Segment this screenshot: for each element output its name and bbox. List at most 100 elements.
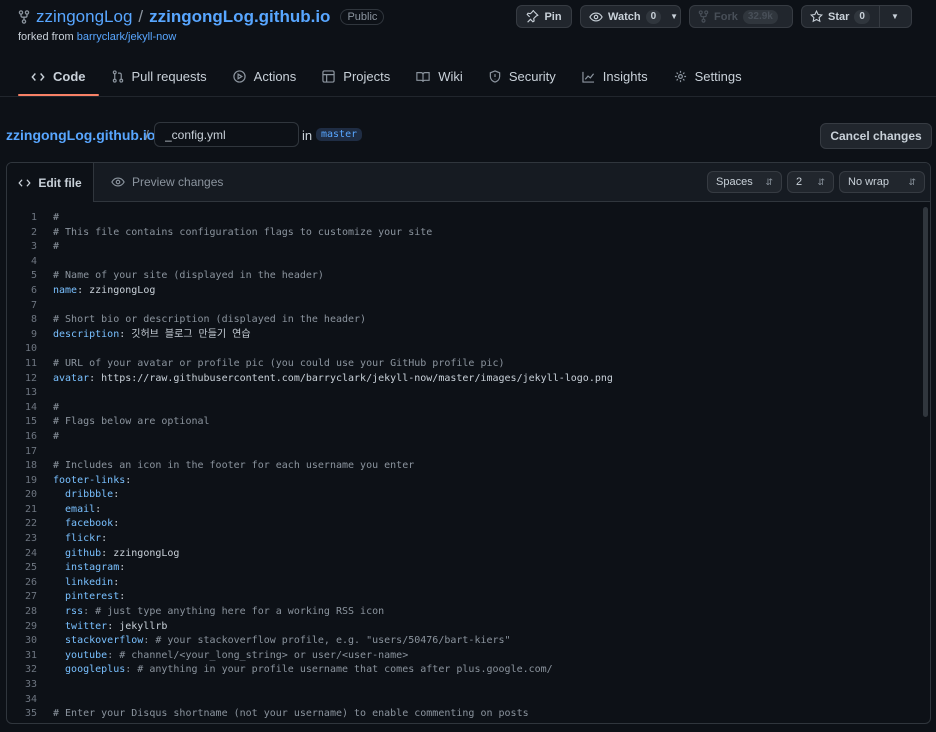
- tab-projects[interactable]: Projects: [309, 60, 403, 93]
- line-number: 22: [24, 518, 37, 530]
- code-line[interactable]: 26 linkedin:: [7, 576, 917, 591]
- code-line[interactable]: 30 stackoverflow: # your stackoverflow p…: [7, 634, 917, 649]
- code-line[interactable]: 28 rss: # just type anything here for a …: [7, 605, 917, 620]
- code-line[interactable]: 15 # Flags below are optional: [7, 415, 917, 430]
- tab-wiki[interactable]: Wiki: [403, 60, 476, 93]
- tab-pull-requests[interactable]: Pull requests: [99, 60, 220, 93]
- repo-title: zzingongLog / zzingongLog.github.io Publ…: [18, 6, 385, 28]
- watch-button[interactable]: Watch 0 ▼: [580, 5, 681, 28]
- tab-code[interactable]: Code: [18, 60, 99, 96]
- fork-button[interactable]: Fork 32.9k: [689, 5, 793, 28]
- code-line[interactable]: 21 email:: [7, 503, 917, 518]
- yaml-value: : zzingongLog: [77, 284, 156, 296]
- line-number: 3: [30, 241, 37, 253]
- code-line[interactable]: 10: [7, 342, 917, 357]
- line-content: twitter: jekyllrb: [53, 620, 167, 635]
- line-number: 26: [24, 576, 37, 588]
- star-divider: [878, 6, 880, 27]
- line-number: 25: [24, 562, 37, 574]
- code-line[interactable]: 8 # Short bio or description (displayed i…: [7, 313, 917, 328]
- code-line[interactable]: 13: [7, 386, 917, 401]
- code-line[interactable]: 35 # Enter your Disqus shortname (not you…: [7, 707, 917, 722]
- filename-input[interactable]: [154, 122, 299, 147]
- tab-insights[interactable]: Insights: [569, 60, 661, 93]
- code-line[interactable]: 3 #: [7, 240, 917, 255]
- pin-button[interactable]: Pin: [516, 5, 572, 28]
- indent-size-select[interactable]: 2 ⇵: [787, 171, 834, 193]
- star-button[interactable]: Star 0 ▼: [801, 5, 912, 28]
- line-number: 35: [24, 708, 37, 720]
- code-line[interactable]: 18 # Includes an icon in the footer for e…: [7, 459, 917, 474]
- code-line[interactable]: 11 # URL of your avatar or profile pic (y…: [7, 357, 917, 372]
- code-line[interactable]: 33: [7, 678, 917, 693]
- editor-scrollbar[interactable]: [923, 207, 928, 417]
- tab-actions[interactable]: Actions: [220, 60, 310, 93]
- line-content: #: [53, 430, 59, 445]
- line-content: pinterest:: [53, 590, 125, 605]
- code-line[interactable]: 25 instagram:: [7, 561, 917, 576]
- code-line[interactable]: 4: [7, 255, 917, 270]
- yaml-comment: # Name of your site (displayed in the he…: [53, 270, 324, 282]
- code-line[interactable]: 6 name: zzingongLog: [7, 284, 917, 299]
- cancel-changes-button[interactable]: Cancel changes: [820, 123, 932, 149]
- line-content: flickr:: [53, 532, 107, 547]
- breadcrumb-repo-link[interactable]: zzingongLog.github.io: [6, 127, 155, 143]
- repo-owner-link[interactable]: zzingongLog: [36, 7, 132, 27]
- yaml-comment: #: [53, 212, 60, 223]
- tab-label: Security: [508, 69, 556, 84]
- line-number: 29: [24, 620, 37, 632]
- code-line[interactable]: 5 # Name of your site (displayed in the h…: [7, 269, 917, 284]
- code-line[interactable]: 12 avatar: https://raw.githubusercontent.…: [7, 372, 917, 387]
- line-content: instagram:: [53, 561, 125, 576]
- repo-title-separator: /: [138, 7, 144, 26]
- tab-label: Projects: [343, 69, 391, 84]
- fork-count: 32.9k: [742, 9, 778, 24]
- code-icon: [31, 72, 45, 82]
- line-number: 13: [24, 387, 37, 399]
- yaml-key: flickr: [53, 533, 102, 545]
- code-line[interactable]: 9 description: 깃허브 블로그 만들기 연습: [7, 328, 917, 343]
- yaml-comment: # Enter your Disqus shortname (not your …: [53, 708, 529, 720]
- code-line[interactable]: 22 facebook:: [7, 517, 917, 532]
- tab-edit-file[interactable]: Edit file: [7, 163, 94, 202]
- tabs-divider: [0, 96, 936, 97]
- indent-mode-value: Spaces: [716, 176, 753, 188]
- select-arrows-icon: ⇵: [817, 176, 825, 187]
- code-line[interactable]: 34: [7, 693, 917, 708]
- line-content: avatar: https://raw.githubusercontent.co…: [53, 372, 613, 387]
- tab-security[interactable]: Security: [476, 60, 569, 93]
- shield-icon: [489, 70, 501, 83]
- code-line[interactable]: 20 dribbble:: [7, 488, 917, 503]
- code-line[interactable]: 32 googleplus: # anything in your profil…: [7, 663, 917, 678]
- code-line[interactable]: 2 # This file contains configuration flag…: [7, 226, 917, 241]
- code-line[interactable]: 14 #: [7, 401, 917, 416]
- forked-source-link[interactable]: barryclark/jekyll-now: [77, 31, 177, 43]
- code-line[interactable]: 19 footer-links:: [7, 474, 917, 489]
- wrap-mode-select[interactable]: No wrap ⇵: [839, 171, 925, 193]
- repo-forked-icon: [18, 10, 30, 24]
- code-line[interactable]: 27 pinterest:: [7, 590, 917, 605]
- yaml-comment: #: [53, 241, 60, 253]
- fork-label: Fork: [714, 10, 738, 23]
- code-area[interactable]: 1 #2 # This file contains configuration fl…: [7, 211, 917, 722]
- yaml-key: email: [53, 503, 96, 515]
- code-line[interactable]: 1 #: [7, 211, 917, 226]
- code-line[interactable]: 31 youtube: # channel/<your_long_string>…: [7, 649, 917, 664]
- code-line[interactable]: 29 twitter: jekyllrb: [7, 620, 917, 635]
- in-branch-label: in: [302, 128, 313, 143]
- code-line[interactable]: 17: [7, 445, 917, 460]
- indent-mode-select[interactable]: Spaces ⇵: [707, 171, 782, 193]
- line-number: 30: [24, 635, 37, 647]
- tab-settings[interactable]: Settings: [661, 60, 755, 93]
- chevron-down-icon[interactable]: ▼: [891, 12, 899, 21]
- repo-name-link[interactable]: zzingongLog.github.io: [149, 7, 330, 27]
- code-line[interactable]: 16 #: [7, 430, 917, 445]
- code-line[interactable]: 23 flickr:: [7, 532, 917, 547]
- code-line[interactable]: 24 github: zzingongLog: [7, 547, 917, 562]
- line-number: 31: [24, 649, 37, 661]
- forked-from: forked from barryclark/jekyll-now: [18, 31, 176, 43]
- code-line[interactable]: 7: [7, 299, 917, 314]
- tab-preview-changes[interactable]: Preview changes: [111, 163, 223, 201]
- tab-label: Settings: [694, 69, 742, 84]
- line-number: 23: [24, 533, 37, 545]
